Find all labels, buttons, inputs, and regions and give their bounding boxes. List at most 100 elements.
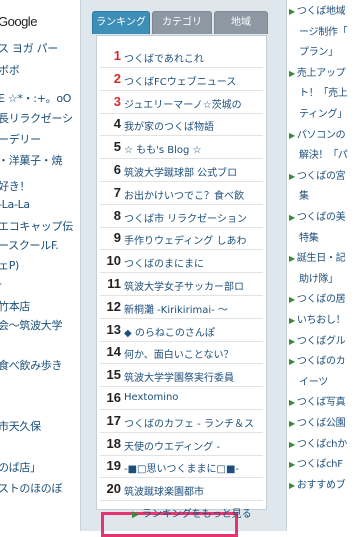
right-link-item[interactable]: ▶ つくばのカ: [289, 352, 346, 367]
right-link-item[interactable]: ▶ 誕生日・記: [289, 249, 346, 264]
arrow-right-icon: ▶: [289, 480, 295, 490]
right-sidebar: ▶ つくば地域ージ制作「プラン」 ▶ 売上アップト！「売上ティング」 ▶ パソコンの解決！…: [287, 0, 360, 531]
more-ranking-link[interactable]: ▶ ランキングをもっと見る: [132, 505, 252, 520]
rank-title-link[interactable]: 何か、面白いことない？: [124, 346, 234, 361]
ranking-row[interactable]: 20 筑波蹴球楽園都市: [100, 479, 263, 502]
left-link-item[interactable]: ェP): [0, 257, 19, 273]
rank-title-link[interactable]: 我が家のつくば物語: [124, 118, 214, 133]
ranking-row[interactable]: 18 天使のウエディング -: [100, 434, 263, 456]
arrow-right-icon: ▶: [289, 7, 295, 16]
rank-title-link[interactable]: 新桐灘 -Kirikirimai- 〜: [124, 301, 228, 316]
left-link-item[interactable]: 好き！: [0, 178, 30, 194]
ranking-row[interactable]: 6 筑波大学蹴球部 公式ブロ: [100, 160, 263, 182]
rank-number: 20: [106, 481, 121, 497]
left-link-item[interactable]: ースクールF.: [0, 237, 59, 253]
tab-ranking[interactable]: ランキング: [92, 11, 150, 34]
rank-title-link[interactable]: つくば市 リラクゼーション: [124, 210, 247, 225]
tab-region[interactable]: 地域: [214, 11, 268, 34]
right-link-item[interactable]: プラン」: [299, 43, 338, 58]
right-link-item[interactable]: ▶ つくばchか: [289, 435, 347, 450]
ranking-row[interactable]: 10 つくばのまにまに: [100, 251, 263, 274]
rank-title-link[interactable]: -■□思いつくままに□■-: [124, 460, 239, 475]
rank-title-link[interactable]: 筑波蹴球楽園都市: [124, 483, 204, 498]
rank-title-link[interactable]: つくばFCウェブニュース: [124, 73, 236, 88]
right-link-item[interactable]: ト！「売上: [299, 84, 348, 99]
rank-title-link[interactable]: 筑波大学女子サッカー部ロ: [124, 278, 244, 293]
rank-title-link[interactable]: ジュエリーマーノ☆茨城の: [124, 96, 242, 111]
ranking-row[interactable]: 19 -■□思いつくままに□■-: [100, 456, 263, 479]
ranking-row[interactable]: 9 手作りウェディング しあわ: [100, 228, 263, 251]
ranking-row[interactable]: 4 我が家のつくば物語: [100, 114, 263, 137]
rank-title-link[interactable]: つくばのカフェ - ランチ＆ス: [124, 415, 254, 430]
right-link-item[interactable]: ▶ おすすめブ: [289, 476, 346, 491]
left-link-item[interactable]: E ☆*・:+。oO: [0, 90, 71, 106]
right-link-item[interactable]: ▶ つくばの宮: [289, 167, 346, 182]
ranking-row[interactable]: 13 ◆ のらねこのさんぽ: [100, 320, 263, 342]
ranking-row[interactable]: 11 筑波大学女子サッカー部ロ: [100, 274, 263, 296]
right-link-item[interactable]: ▶ つくばの美: [289, 208, 346, 223]
ranking-row[interactable]: 5 ☆ もも's Blog ☆: [100, 137, 263, 160]
left-link-item[interactable]: -La-La: [0, 198, 30, 211]
rank-title-link[interactable]: お出かけいつでこ？食べ飲: [124, 187, 244, 202]
right-link-item[interactable]: ▶ つくば地域: [289, 2, 346, 17]
left-link-item[interactable]: 市天久保: [0, 418, 41, 434]
left-link-item[interactable]: ・洋菓子・焼: [0, 152, 63, 168]
rank-title-link[interactable]: Hextomino: [124, 392, 178, 403]
right-link-label: ージ制作「: [299, 26, 348, 38]
right-link-item[interactable]: ▶ パソコンの: [289, 126, 346, 141]
ranking-row[interactable]: 7 お出かけいつでこ？食べ飲: [100, 183, 263, 205]
rank-title-link[interactable]: ☆ もも's Blog ☆: [124, 141, 202, 156]
right-link-item[interactable]: 助け隊」: [299, 270, 338, 285]
rank-title-link[interactable]: 天使のウエディング -: [124, 438, 220, 453]
right-link-item[interactable]: ージ制作「: [299, 23, 348, 38]
right-link-item[interactable]: ▶ つくばの居: [289, 290, 346, 305]
tab-category[interactable]: カテゴリ: [152, 11, 212, 34]
right-link-item[interactable]: ▶ 売上アップ: [289, 64, 346, 79]
left-link-item[interactable]: エコキャップ伝: [0, 218, 73, 234]
rank-title-link[interactable]: 手作りウェディング しあわ: [124, 232, 246, 247]
left-link-item[interactable]: 長リラクゼーシ: [0, 110, 73, 126]
right-link-item[interactable]: 集: [299, 187, 309, 202]
left-link-item[interactable]: -: [0, 277, 2, 290]
left-link-item[interactable]: ス ヨガ パー: [0, 40, 58, 56]
ranking-row[interactable]: 2 つくばFCウェブニュース: [100, 69, 263, 91]
rank-number: 15: [106, 367, 121, 383]
right-link-item[interactable]: 特集: [299, 229, 319, 244]
right-link-item[interactable]: ▶ いちおし！: [289, 311, 346, 326]
right-link-item[interactable]: ▶ つくばchF: [289, 455, 343, 470]
rank-number: 10: [106, 253, 121, 269]
ranking-row[interactable]: 16 Hextomino: [100, 388, 263, 410]
left-link-item[interactable]: ーデリー: [0, 131, 41, 147]
right-link-item[interactable]: 解決！「パ: [299, 146, 348, 161]
ranking-row[interactable]: 3 ジュエリーマーノ☆茨城の: [100, 92, 263, 114]
rank-title-link[interactable]: つくばのまにまに: [124, 255, 204, 270]
ranking-row[interactable]: 8 つくば市 リラクゼーション: [100, 206, 263, 228]
arrow-right-icon: ▶: [289, 460, 295, 470]
ranking-list: 1 つくばであれこれ 2 つくばFCウェブニュース 3 ジュエリーマーノ☆茨城の 4 我が家の…: [96, 35, 267, 537]
ranking-row[interactable]: 1 つくばであれこれ: [100, 46, 263, 68]
right-link-item[interactable]: ▶ つくば写真: [289, 393, 346, 408]
rank-title-link[interactable]: ◆ のらねこのさんぽ: [124, 324, 215, 339]
right-link-item[interactable]: ▶ つくばグル: [289, 332, 346, 347]
rank-number: 7: [113, 184, 121, 200]
right-link-item[interactable]: ティング」: [299, 105, 347, 120]
google-label: Google: [0, 14, 37, 29]
left-link-item[interactable]: のば店」: [0, 459, 41, 475]
rank-title-link[interactable]: つくばであれこれ: [124, 50, 204, 65]
ranking-row[interactable]: 15 筑波大学学園祭実行委員: [100, 365, 263, 388]
ranking-row[interactable]: 12 新桐灘 -Kirikirimai- 〜: [100, 297, 263, 319]
arrow-right-icon: ▶: [289, 398, 295, 408]
right-link-item[interactable]: イーツ: [299, 373, 328, 388]
more-ranking-label: ランキングをもっと見る: [141, 509, 252, 520]
left-link-item[interactable]: ストのほのぼ: [0, 480, 63, 496]
ranking-row[interactable]: 14 何か、面白いことない？: [100, 342, 263, 365]
left-link-item[interactable]: 竹本店: [0, 298, 30, 314]
left-link-item[interactable]: 会〜筑波大学: [0, 317, 63, 333]
right-link-item[interactable]: ▶ つくば公園: [289, 414, 346, 429]
ranking-row[interactable]: 17 つくばのカフェ - ランチ＆ス: [100, 411, 263, 433]
rank-title-link[interactable]: 筑波大学学園祭実行委員: [124, 369, 234, 384]
arrow-right-icon: ▶: [289, 336, 295, 346]
left-link-item[interactable]: 食べ飲み歩き: [0, 357, 63, 373]
left-link-item[interactable]: ボボ: [0, 62, 20, 78]
rank-title-link[interactable]: 筑波大学蹴球部 公式ブロ: [124, 164, 237, 179]
